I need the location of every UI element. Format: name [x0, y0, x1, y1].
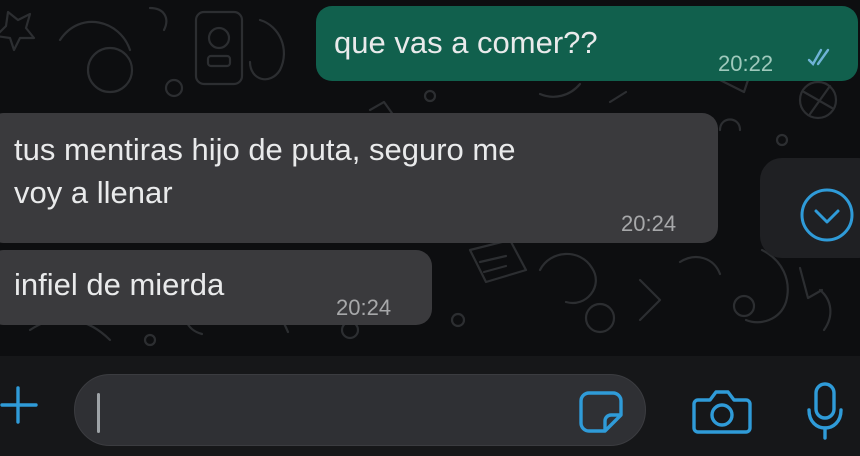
- plus-icon[interactable]: [0, 380, 40, 430]
- message-time: 20:24: [621, 211, 677, 236]
- chat-area[interactable]: que vas a comer?? 20:22 tus mentiras hij…: [0, 0, 860, 356]
- message-text: que vas a comer??: [334, 25, 598, 60]
- message-text: infiel de mierda: [14, 267, 225, 302]
- camera-icon[interactable]: [692, 386, 752, 436]
- sticker-icon[interactable]: [575, 385, 627, 437]
- double-check-icon: [807, 48, 830, 66]
- message-time: 20:22: [718, 51, 774, 76]
- message-time: 20:24: [336, 295, 392, 320]
- message-text-line-2: voy a llenar: [14, 175, 173, 210]
- incoming-message[interactable]: tus mentiras hijo de puta, seguro me voy…: [0, 113, 718, 243]
- incoming-message[interactable]: infiel de mierda 20:24: [0, 250, 432, 325]
- microphone-icon[interactable]: [805, 380, 845, 442]
- message-text-line-1: tus mentiras hijo de puta, seguro me: [14, 132, 516, 167]
- outgoing-message[interactable]: que vas a comer?? 20:22: [316, 6, 858, 81]
- text-caret: [97, 393, 100, 433]
- message-input[interactable]: [74, 374, 646, 446]
- chevron-down-icon[interactable]: [798, 186, 856, 244]
